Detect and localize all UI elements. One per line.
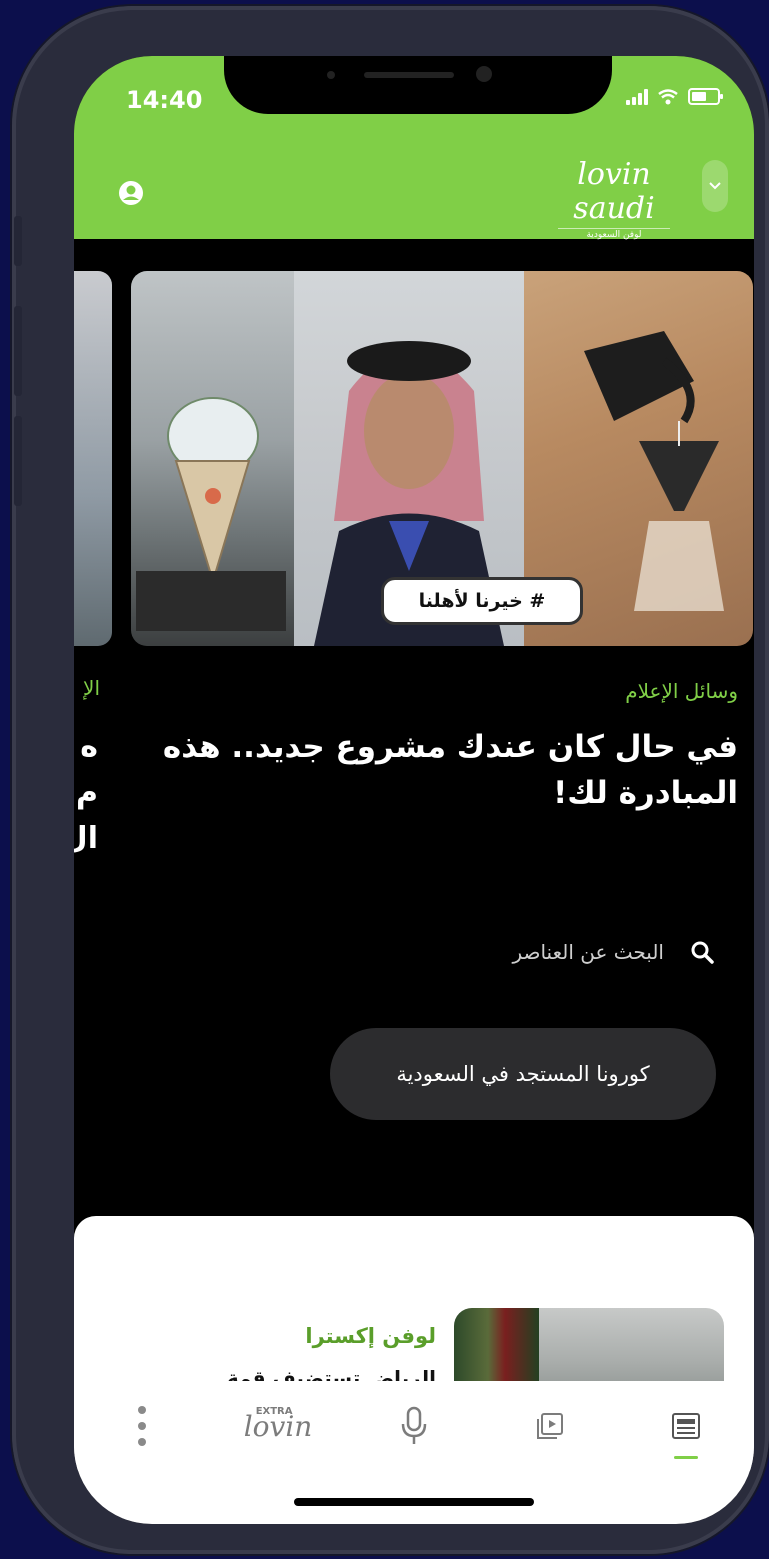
search-bar[interactable]: البحث عن العناصر bbox=[512, 940, 714, 964]
extra-section: لوفن إكسترا الرياض تستضيف قمة bbox=[74, 1216, 754, 1524]
brand-logo[interactable]: lovin saudi لوفن السعودية bbox=[544, 158, 684, 240]
screen: 14:40 lovin saudi لوفن السعودية الإ ه م … bbox=[74, 56, 754, 1524]
mute-switch bbox=[14, 216, 22, 266]
article-headline[interactable]: في حال كان عندك مشروع جديد.. هذه المبادر… bbox=[148, 724, 738, 816]
nav-more[interactable] bbox=[97, 1391, 187, 1461]
article-category[interactable]: وسائل الإعلام bbox=[625, 679, 738, 703]
peek-card-category: الإ bbox=[83, 676, 100, 700]
nav-extra[interactable]: EXTRA lovin bbox=[233, 1391, 323, 1461]
nav-podcast[interactable] bbox=[369, 1391, 459, 1461]
wifi-icon bbox=[658, 88, 678, 104]
more-vertical-icon bbox=[138, 1406, 146, 1446]
brand-subtitle: لوفن السعودية bbox=[558, 228, 670, 240]
active-tab-indicator bbox=[674, 1456, 698, 1459]
carousel-card-previous[interactable] bbox=[74, 271, 112, 646]
hero-card-image[interactable]: # خيرنا لأهلنا bbox=[131, 271, 753, 646]
phone-frame: 14:40 lovin saudi لوفن السعودية الإ ه م … bbox=[12, 6, 769, 1554]
microphone-icon bbox=[401, 1406, 427, 1444]
video-icon bbox=[537, 1413, 563, 1439]
hashtag-badge: # خيرنا لأهلنا bbox=[381, 577, 583, 625]
home-indicator[interactable] bbox=[294, 1498, 534, 1506]
status-icons bbox=[626, 88, 723, 105]
search-icon bbox=[691, 941, 714, 964]
bottom-nav: EXTRA lovin bbox=[74, 1381, 754, 1471]
chevron-down-icon bbox=[709, 182, 721, 190]
extra-logo: EXTRA lovin bbox=[244, 1406, 313, 1443]
signal-icon bbox=[626, 88, 648, 105]
status-time: 14:40 bbox=[126, 86, 203, 114]
volume-down-button bbox=[14, 416, 22, 506]
device-notch bbox=[224, 56, 612, 114]
search-placeholder: البحث عن العناصر bbox=[512, 940, 664, 964]
battery-icon bbox=[688, 88, 723, 105]
extra-section-label[interactable]: لوفن إكسترا bbox=[305, 1324, 436, 1348]
extra-logo-top: EXTRA bbox=[255, 1405, 293, 1417]
nav-news[interactable] bbox=[641, 1391, 731, 1461]
edition-dropdown-button[interactable] bbox=[702, 160, 728, 212]
topic-chip-coronavirus[interactable]: كورونا المستجد في السعودية bbox=[330, 1028, 716, 1120]
volume-up-button bbox=[14, 306, 22, 396]
brand-name: lovin saudi bbox=[573, 157, 655, 226]
hero-image-icecream bbox=[131, 271, 294, 646]
nav-videos[interactable] bbox=[505, 1391, 595, 1461]
news-icon bbox=[672, 1413, 700, 1439]
peek-card-headline: ه م ال bbox=[74, 729, 98, 856]
account-icon[interactable] bbox=[118, 180, 144, 206]
